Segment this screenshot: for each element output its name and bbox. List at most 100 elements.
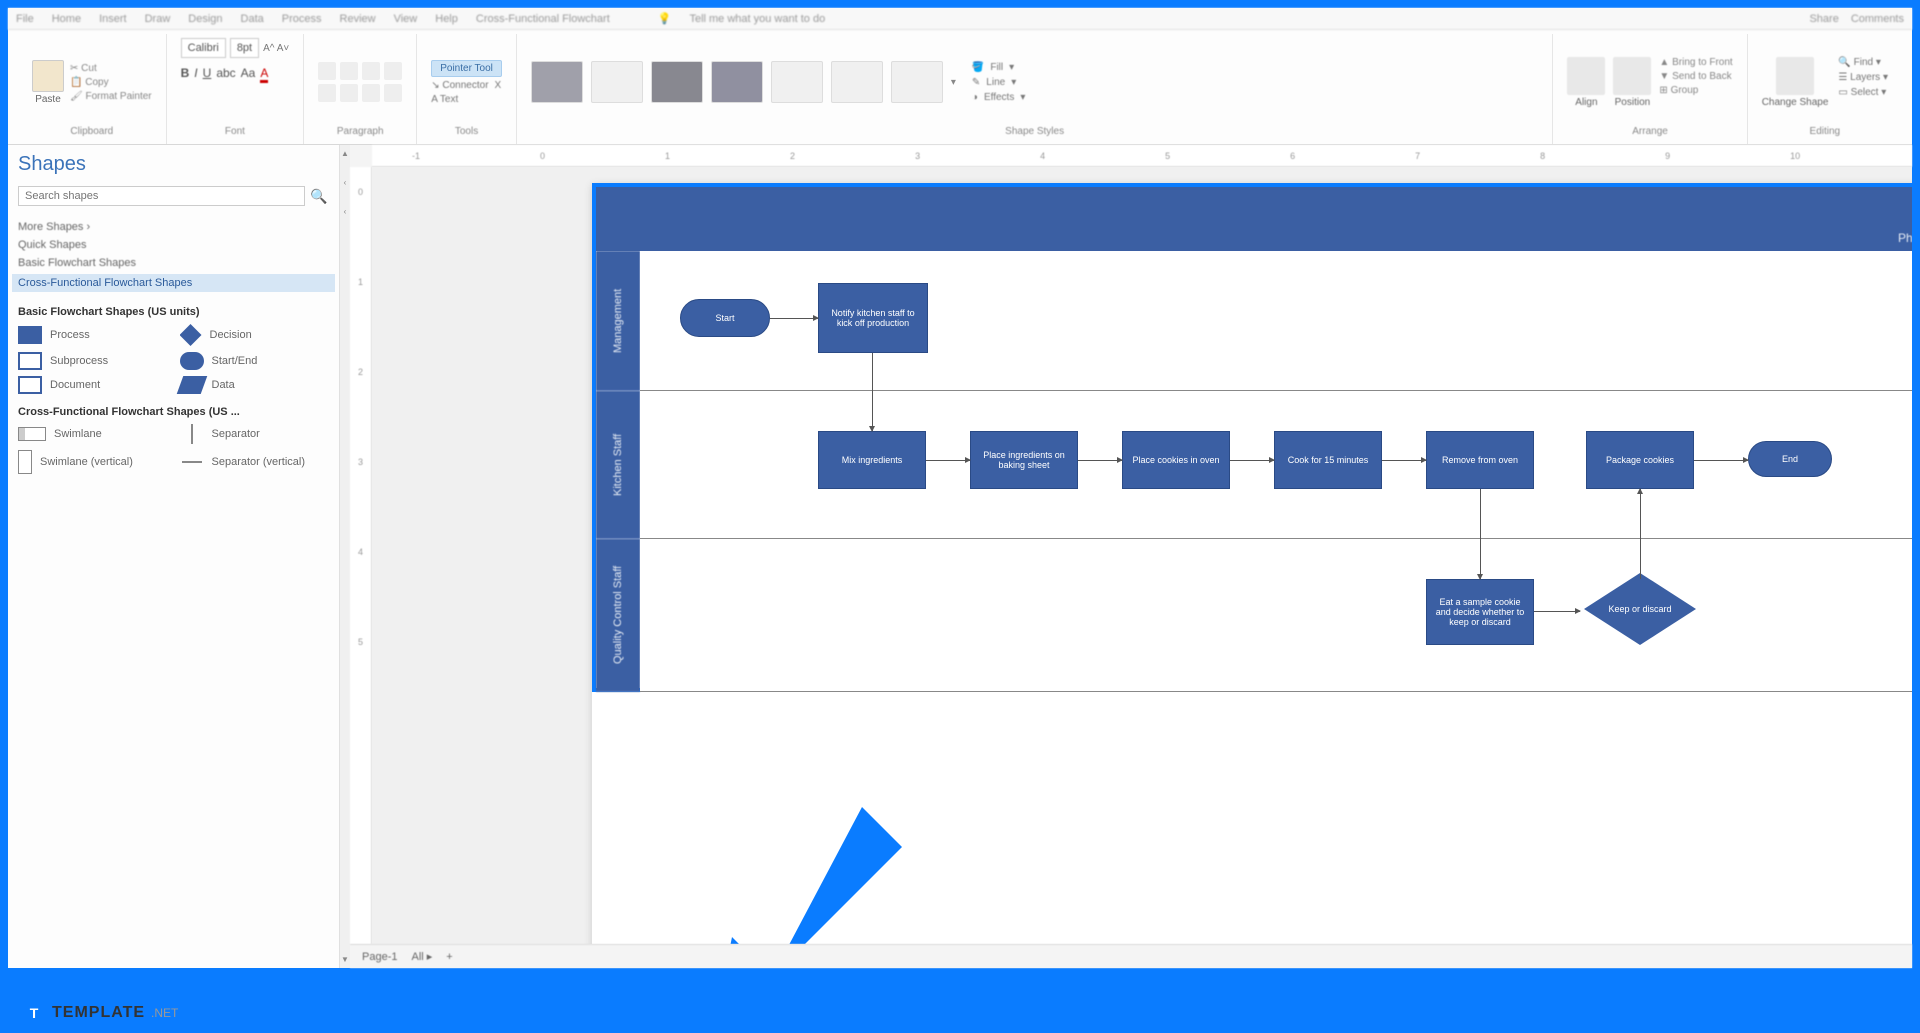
menu-design[interactable]: Design bbox=[188, 13, 222, 25]
add-page-button[interactable]: + bbox=[446, 951, 452, 963]
node-package[interactable]: Package cookies bbox=[1586, 431, 1694, 489]
ribbon: Paste ✂ Cut 📋 Copy 🖌 Format Painter Clip… bbox=[8, 30, 1912, 145]
style-preset-2[interactable] bbox=[591, 61, 643, 103]
style-preset-7[interactable] bbox=[891, 61, 943, 103]
ruler-vertical: 012345 bbox=[350, 167, 372, 944]
align-button[interactable]: Align bbox=[1567, 57, 1605, 108]
node-remove[interactable]: Remove from oven bbox=[1426, 431, 1534, 489]
lane-management: Start Notify kitchen staff to kick off p… bbox=[640, 251, 1912, 391]
case-button[interactable]: Aa bbox=[241, 66, 256, 83]
select-button[interactable]: ▭ Select ▾ bbox=[1838, 87, 1888, 98]
share-button[interactable]: Share bbox=[1809, 13, 1838, 25]
node-sample[interactable]: Eat a sample cookie and decide whether t… bbox=[1426, 579, 1534, 645]
connector-tool-button[interactable]: ↘ Connector bbox=[431, 80, 488, 91]
shape-data[interactable]: Data bbox=[180, 376, 330, 394]
node-start[interactable]: Start bbox=[680, 299, 770, 337]
underline-button[interactable]: U bbox=[203, 66, 212, 83]
valign-bot-button[interactable] bbox=[362, 84, 380, 102]
pointer-tool-button[interactable]: Pointer Tool bbox=[431, 60, 502, 77]
position-button[interactable]: Position bbox=[1613, 57, 1651, 108]
node-mix[interactable]: Mix ingredients bbox=[818, 431, 926, 489]
rotate-button[interactable] bbox=[384, 84, 402, 102]
section-cross-functional: Cross-Functional Flowchart Shapes (US ..… bbox=[18, 406, 329, 418]
ribbon-arrange: Align Position ▲ Bring to Front ▼ Send t… bbox=[1553, 34, 1747, 144]
menu-bar: File Home Insert Draw Design Data Proces… bbox=[8, 8, 1912, 30]
style-preset-6[interactable] bbox=[831, 61, 883, 103]
line-button[interactable]: ✎ Line ▾ bbox=[972, 77, 1025, 88]
style-preset-3[interactable] bbox=[651, 61, 703, 103]
valign-mid-button[interactable] bbox=[340, 84, 358, 102]
search-shapes-input[interactable] bbox=[18, 186, 305, 206]
font-size-select[interactable]: 8pt bbox=[230, 38, 259, 58]
menu-process[interactable]: Process bbox=[282, 13, 322, 25]
cut-button[interactable]: ✂ Cut bbox=[70, 63, 152, 74]
bring-front-button[interactable]: ▲ Bring to Front bbox=[1659, 57, 1732, 68]
cat-quick-shapes[interactable]: Quick Shapes bbox=[18, 236, 329, 254]
shape-separator-v[interactable]: Separator (vertical) bbox=[180, 450, 330, 474]
align-right-button[interactable] bbox=[362, 62, 380, 80]
font-name-select[interactable]: Calibri bbox=[181, 38, 226, 58]
layers-button[interactable]: ☰ Layers ▾ bbox=[1838, 72, 1888, 83]
node-decide[interactable]: Keep or discard bbox=[1580, 569, 1700, 649]
menu-home[interactable]: Home bbox=[52, 13, 81, 25]
strike-button[interactable]: abc bbox=[216, 66, 235, 83]
shape-process[interactable]: Process bbox=[18, 324, 168, 346]
all-pages[interactable]: All ▸ bbox=[411, 950, 432, 963]
page-tab[interactable]: Page-1 bbox=[362, 951, 397, 963]
group-label: Arrange bbox=[1567, 126, 1732, 140]
node-notify[interactable]: Notify kitchen staff to kick off product… bbox=[818, 283, 928, 353]
effects-button[interactable]: ◑ Effects ▾ bbox=[972, 92, 1025, 103]
menu-view[interactable]: View bbox=[394, 13, 418, 25]
flowchart-title-bar: Phase bbox=[596, 187, 1912, 251]
ribbon-clipboard: Paste ✂ Cut 📋 Copy 🖌 Format Painter Clip… bbox=[18, 34, 167, 144]
search-icon[interactable]: 🔍 bbox=[309, 186, 329, 206]
node-cook[interactable]: Cook for 15 minutes bbox=[1274, 431, 1382, 489]
menu-help[interactable]: Help bbox=[435, 13, 458, 25]
align-center-button[interactable] bbox=[340, 62, 358, 80]
format-painter-button[interactable]: 🖌 Format Painter bbox=[70, 91, 152, 102]
paste-button[interactable]: Paste bbox=[32, 60, 64, 105]
style-preset-1[interactable] bbox=[531, 61, 583, 103]
send-back-button[interactable]: ▼ Send to Back bbox=[1659, 71, 1732, 82]
find-button[interactable]: 🔍 Find ▾ bbox=[1838, 57, 1888, 68]
menu-crossfunc[interactable]: Cross-Functional Flowchart bbox=[476, 13, 610, 25]
node-end[interactable]: End bbox=[1748, 441, 1832, 477]
lane-qc: Eat a sample cookie and decide whether t… bbox=[640, 539, 1912, 692]
x-button[interactable]: X bbox=[495, 80, 502, 91]
bold-button[interactable]: B bbox=[181, 66, 190, 83]
node-oven[interactable]: Place cookies in oven bbox=[1122, 431, 1230, 489]
shape-separator[interactable]: Separator bbox=[180, 424, 330, 444]
style-preset-5[interactable] bbox=[771, 61, 823, 103]
align-justify-button[interactable] bbox=[384, 62, 402, 80]
node-place[interactable]: Place ingredients on baking sheet bbox=[970, 431, 1078, 489]
shape-startend[interactable]: Start/End bbox=[180, 352, 330, 370]
style-preset-4[interactable] bbox=[711, 61, 763, 103]
menu-insert[interactable]: Insert bbox=[99, 13, 127, 25]
group-button[interactable]: ⊞ Group bbox=[1659, 85, 1732, 96]
change-shape-button[interactable]: Change Shape bbox=[1762, 57, 1829, 108]
menu-data[interactable]: Data bbox=[241, 13, 264, 25]
menu-file[interactable]: File bbox=[16, 13, 34, 25]
pane-scrollbar[interactable]: ▲‹‹▼ bbox=[340, 145, 350, 968]
copy-button[interactable]: 📋 Copy bbox=[70, 77, 152, 88]
shape-document[interactable]: Document bbox=[18, 376, 168, 394]
cat-basic-flowchart[interactable]: Basic Flowchart Shapes bbox=[18, 254, 329, 272]
shape-swimlane-v[interactable]: Swimlane (vertical) bbox=[18, 450, 168, 474]
tell-me[interactable]: Tell me what you want to do bbox=[689, 13, 825, 25]
shape-decision[interactable]: Decision bbox=[180, 324, 330, 346]
text-tool-button[interactable]: A Text bbox=[431, 94, 458, 105]
menu-review[interactable]: Review bbox=[340, 13, 376, 25]
ribbon-font: Calibri 8pt A^ A˅ B I U abc Aa A Font bbox=[167, 34, 305, 144]
align-left-button[interactable] bbox=[318, 62, 336, 80]
shape-subprocess[interactable]: Subprocess bbox=[18, 352, 168, 370]
cat-cross-functional[interactable]: Cross-Functional Flowchart Shapes bbox=[12, 274, 335, 292]
shape-swimlane[interactable]: Swimlane bbox=[18, 424, 168, 444]
cat-more-shapes[interactable]: More Shapes › bbox=[18, 218, 329, 236]
menu-draw[interactable]: Draw bbox=[145, 13, 171, 25]
comments-button[interactable]: Comments bbox=[1851, 13, 1904, 25]
italic-button[interactable]: I bbox=[194, 66, 197, 83]
fill-button[interactable]: 🪣 Fill ▾ bbox=[972, 62, 1025, 73]
drawing-canvas[interactable]: Phase Management Kitchen Staff Quality C… bbox=[372, 167, 1912, 944]
font-color-button[interactable]: A bbox=[260, 66, 268, 83]
valign-top-button[interactable] bbox=[318, 84, 336, 102]
